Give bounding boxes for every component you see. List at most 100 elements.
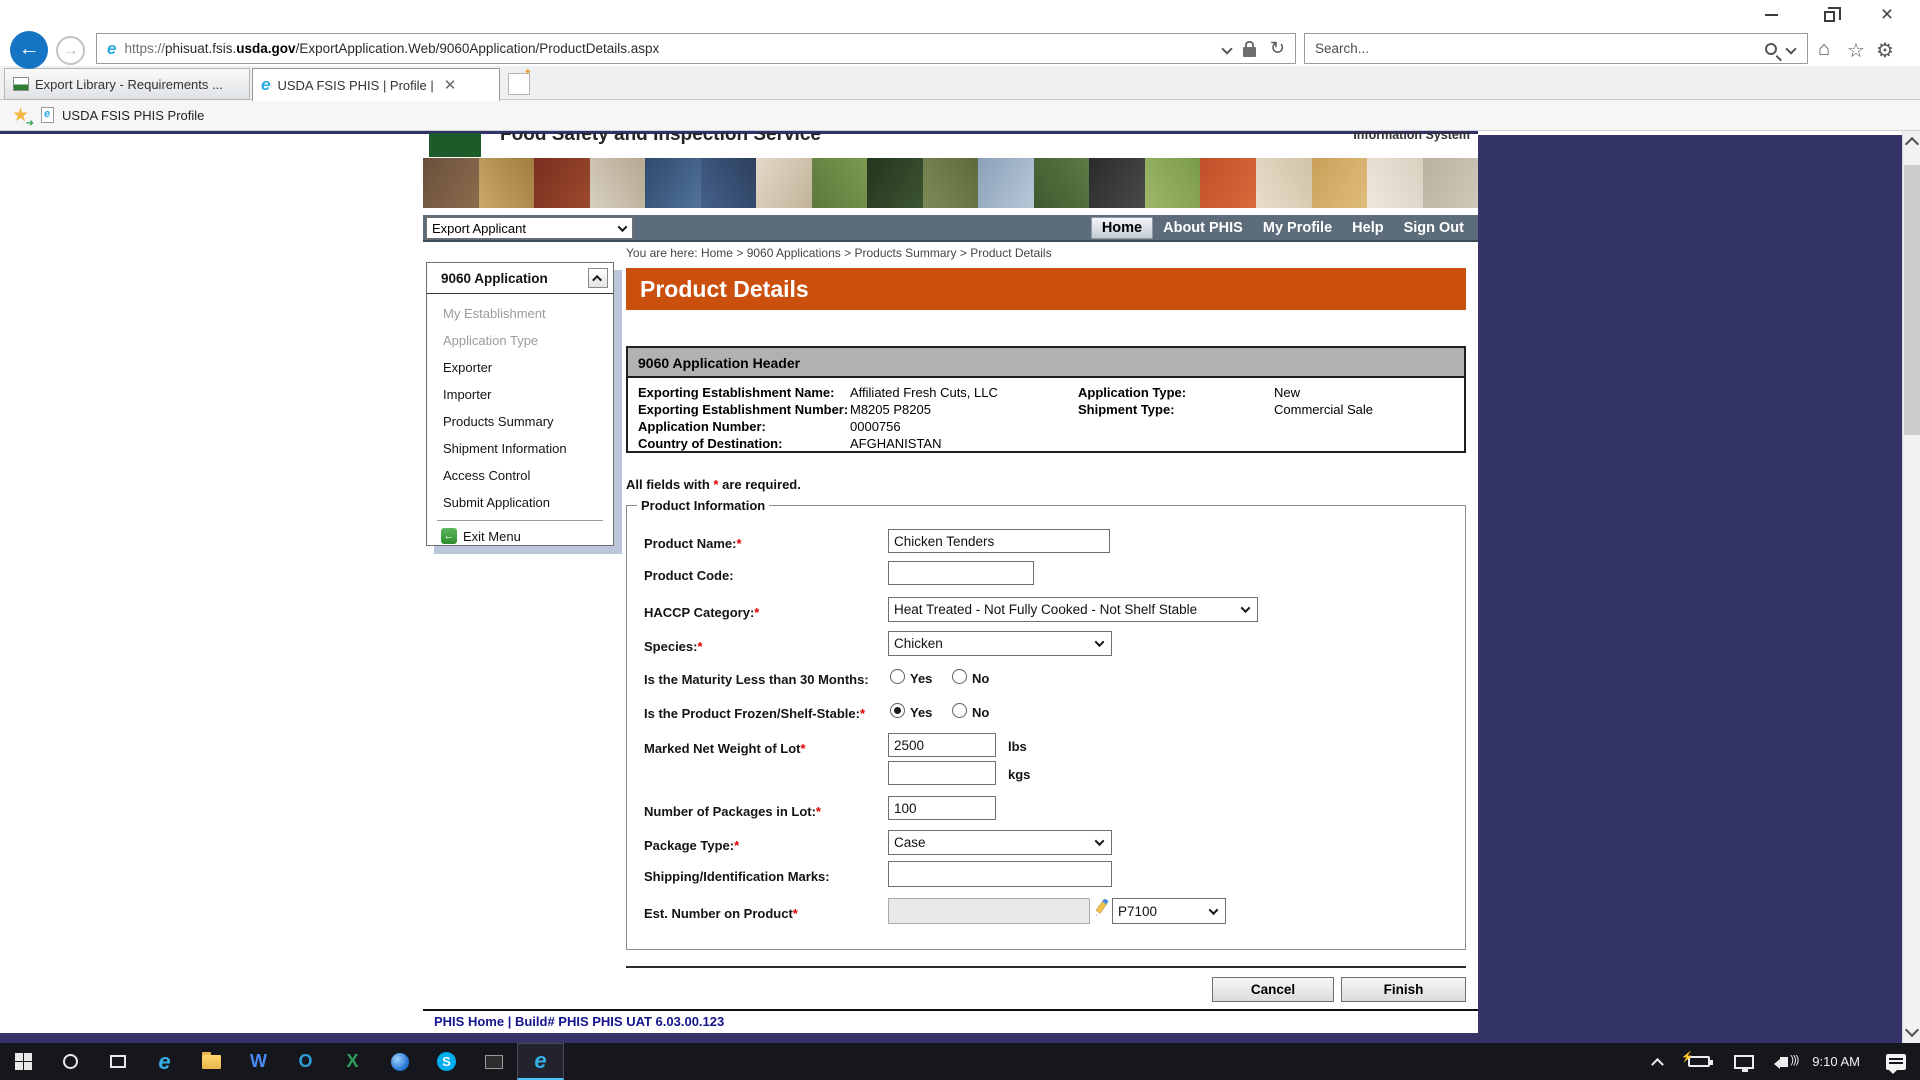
scrollbar-track[interactable]: [1902, 131, 1920, 1043]
address-bar[interactable]: e https://phisuat.fsis.usda.gov/ExportAp…: [96, 33, 1296, 64]
weight-lbs-input[interactable]: [888, 733, 996, 757]
settings-gear-icon[interactable]: ⚙: [1876, 38, 1894, 63]
chevron-down-icon: [1095, 836, 1105, 846]
nav-menu: Home About PHIS My Profile Help Sign Out: [1091, 215, 1474, 240]
cortana-search-button[interactable]: [47, 1043, 94, 1080]
search-input[interactable]: Search...: [1305, 41, 1765, 56]
sidebar-item-shipment-information[interactable]: Shipment Information: [427, 435, 613, 462]
tray-clock[interactable]: 9:10 AM: [1812, 1054, 1860, 1069]
taskbar-icon-console[interactable]: [470, 1043, 517, 1080]
taskbar-icon-word[interactable]: W: [235, 1043, 282, 1080]
sidebar-item-exporter[interactable]: Exporter: [427, 354, 613, 381]
photo-tile: [423, 158, 479, 208]
species-select[interactable]: Chicken: [888, 631, 1112, 656]
field-label: Application Number:: [638, 418, 850, 435]
product-name-input[interactable]: [888, 529, 1110, 553]
breadcrumb-link-products-summary[interactable]: Products Summary: [854, 246, 956, 260]
haccp-category-label: HACCP Category:*: [644, 605, 759, 620]
home-icon[interactable]: ⌂: [1818, 38, 1830, 61]
photo-tile: [978, 158, 1034, 208]
context-role-value: Export Applicant: [432, 221, 526, 236]
battery-charging-icon[interactable]: [1688, 1056, 1710, 1067]
refresh-icon[interactable]: ↻: [1270, 38, 1285, 59]
shipping-marks-input[interactable]: [888, 861, 1112, 887]
taskbar-icon-ie-active[interactable]: e: [517, 1043, 564, 1080]
sidebar-item-access-control[interactable]: Access Control: [427, 462, 613, 489]
scrollbar-up-button[interactable]: [1905, 137, 1919, 151]
finish-button[interactable]: Finish: [1341, 977, 1466, 1002]
chevron-down-icon: [1209, 905, 1219, 915]
haccp-category-select[interactable]: Heat Treated - Not Fully Cooked - Not Sh…: [888, 597, 1258, 622]
nav-item-my-profile[interactable]: My Profile: [1253, 217, 1342, 239]
field-label: Exporting Establishment Number:: [638, 401, 850, 418]
sidebar-exit-menu[interactable]: ← Exit Menu: [427, 521, 613, 551]
cancel-button[interactable]: Cancel: [1212, 977, 1334, 1002]
photo-tile: [867, 158, 923, 208]
task-view-button[interactable]: [94, 1043, 141, 1080]
close-button[interactable]: ×: [1864, 2, 1910, 28]
frozen-no-radio[interactable]: [952, 703, 967, 718]
photo-tile: [1256, 158, 1312, 208]
scrollbar-thumb[interactable]: [1904, 165, 1920, 435]
start-button[interactable]: [0, 1043, 47, 1080]
sidebar-collapse-button[interactable]: [588, 268, 608, 288]
tab-close-icon[interactable]: ✕: [444, 76, 457, 94]
taskbar-icon-ie[interactable]: e: [141, 1043, 188, 1080]
search-icon[interactable]: [1765, 43, 1777, 55]
minimize-button[interactable]: [1748, 2, 1794, 28]
package-type-select[interactable]: Case: [888, 830, 1112, 855]
frozen-yes-label: Yes: [910, 705, 932, 720]
nav-item-about-phis[interactable]: About PHIS: [1153, 217, 1253, 239]
favorites-bar: ★ USDA FSIS PHIS Profile: [0, 100, 1920, 131]
tab-label: Export Library - Requirements ...: [35, 77, 223, 92]
sidebar-item-products-summary[interactable]: Products Summary: [427, 408, 613, 435]
sidebar-item-submit-application[interactable]: Submit Application: [427, 489, 613, 516]
url-dropdown-icon[interactable]: [1221, 43, 1232, 54]
search-box[interactable]: Search...: [1304, 33, 1808, 64]
frozen-yes-radio[interactable]: [890, 703, 905, 718]
product-code-input[interactable]: [888, 561, 1034, 585]
taskbar-icon-file-explorer[interactable]: [188, 1043, 235, 1080]
est-number-select[interactable]: P7100: [1112, 898, 1226, 924]
nav-item-help[interactable]: Help: [1342, 217, 1393, 239]
sidebar-item-importer[interactable]: Importer: [427, 381, 613, 408]
back-button[interactable]: ←: [10, 31, 48, 69]
url-text: https://phisuat.fsis.usda.gov/ExportAppl…: [124, 41, 659, 56]
photo-tile: [590, 158, 646, 208]
taskbar-icon-globe-app[interactable]: [376, 1043, 423, 1080]
edit-pencil-icon[interactable]: [1094, 899, 1110, 917]
nav-item-sign-out[interactable]: Sign Out: [1394, 217, 1474, 239]
favorite-link[interactable]: USDA FSIS PHIS Profile: [62, 108, 204, 123]
packages-input[interactable]: [888, 796, 996, 820]
tray-chevron-up-icon[interactable]: [1651, 1058, 1664, 1071]
buttons-separator: [626, 966, 1466, 968]
search-dropdown-icon[interactable]: [1785, 43, 1796, 54]
restore-button[interactable]: [1806, 2, 1852, 28]
scrollbar-down-button[interactable]: [1905, 1023, 1919, 1037]
restore-icon: [1824, 11, 1835, 22]
new-tab-button[interactable]: [508, 73, 530, 95]
network-icon[interactable]: [1734, 1055, 1754, 1069]
photo-tile: [1367, 158, 1423, 208]
weight-kgs-input[interactable]: [888, 761, 996, 785]
taskbar-icon-outlook[interactable]: O: [282, 1043, 329, 1080]
add-favorite-icon[interactable]: ★: [12, 104, 29, 127]
nav-item-home[interactable]: Home: [1091, 217, 1153, 239]
tab-export-library[interactable]: Export Library - Requirements ...: [4, 68, 250, 100]
breadcrumb-link-home[interactable]: Home: [701, 246, 733, 260]
kgs-unit-label: kgs: [1008, 767, 1030, 782]
tab-usda-fsis-phis[interactable]: e USDA FSIS PHIS | Profile | ✕: [252, 68, 500, 101]
excel-icon: X: [346, 1051, 358, 1072]
volume-icon[interactable]: [1780, 1057, 1788, 1067]
maturity-yes-radio[interactable]: [890, 669, 905, 684]
action-center-icon[interactable]: [1886, 1054, 1906, 1070]
phis-home-link[interactable]: PHIS Home: [434, 1014, 504, 1029]
sidebar-item-my-establishment: My Establishment: [427, 300, 613, 327]
maturity-no-radio[interactable]: [952, 669, 967, 684]
taskbar-icon-excel[interactable]: X: [329, 1043, 376, 1080]
favorites-star-icon[interactable]: ☆: [1847, 38, 1865, 63]
taskbar-icon-skype[interactable]: S: [423, 1043, 470, 1080]
breadcrumb-link-9060-applications[interactable]: 9060 Applications: [747, 246, 841, 260]
forward-button[interactable]: →: [56, 36, 85, 65]
context-role-select[interactable]: Export Applicant: [426, 217, 633, 239]
